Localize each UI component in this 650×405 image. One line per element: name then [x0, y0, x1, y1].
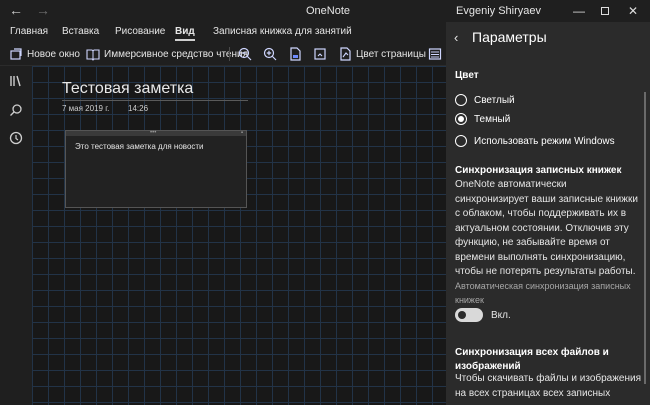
- tab-class-notebook[interactable]: Записная книжка для занятий: [213, 26, 352, 37]
- replay-icon: [313, 47, 327, 61]
- recent-icon[interactable]: [9, 131, 23, 145]
- radio-dark-label: Темный: [474, 113, 511, 125]
- rule-lines-button[interactable]: [428, 45, 442, 63]
- rule-lines-icon: [428, 47, 442, 61]
- note-container[interactable]: ••• ▪ Это тестовая заметка для новости: [65, 130, 247, 208]
- panel-title: Параметры: [472, 29, 547, 45]
- tab-insert[interactable]: Вставка: [62, 26, 99, 37]
- note-expand-icon[interactable]: ▪: [241, 130, 243, 136]
- zoom-in-icon: [263, 47, 277, 61]
- radio-dark[interactable]: Темный: [455, 112, 510, 126]
- auto-sync-toggle-state: Вкл.: [491, 310, 511, 321]
- page-color-button[interactable]: Цвет страницы: [338, 45, 426, 63]
- settings-panel: ‹ Параметры Цвет Светлый Темный Использо…: [446, 22, 650, 405]
- page-title-divider: [62, 100, 248, 101]
- immersive-reader-button[interactable]: Иммерсивное средство чтения: [86, 45, 248, 63]
- page-time: 14:26: [128, 104, 149, 113]
- radio-windows-mode[interactable]: Использовать режим Windows: [455, 134, 615, 148]
- page-width-button[interactable]: [288, 45, 302, 63]
- page-color-icon: [338, 47, 352, 61]
- tab-home[interactable]: Главная: [10, 26, 48, 37]
- tab-view[interactable]: Вид: [175, 26, 195, 41]
- close-icon[interactable]: ✕: [620, 0, 646, 22]
- sync-description: OneNote автоматически синхронизирует ваш…: [455, 179, 638, 277]
- immersive-reader-icon: [86, 47, 100, 61]
- auto-sync-toggle[interactable]: [455, 308, 483, 322]
- ribbon-tabs: Главная Вставка Рисование Вид Записная к…: [0, 22, 446, 42]
- radio-light[interactable]: Светлый: [455, 93, 515, 107]
- page-width-icon: [288, 47, 302, 61]
- ribbon-toolbar: Новое окно Иммерсивное средство чтения Ц…: [0, 42, 446, 66]
- app-title: OneNote: [306, 5, 351, 17]
- minimize-icon[interactable]: —: [566, 0, 592, 22]
- auto-sync-label: Автоматическая синхронизация записных кн…: [455, 281, 631, 305]
- files-description: Чтобы скачивать файлы и изображения на в…: [455, 373, 642, 399]
- panel-scrollbar[interactable]: [644, 92, 646, 384]
- radio-button: [455, 135, 467, 147]
- tab-draw[interactable]: Рисование: [115, 26, 165, 37]
- color-section-heading: Цвет: [455, 70, 479, 81]
- new-window-label: Новое окно: [27, 48, 80, 60]
- zoom-in-button[interactable]: [263, 45, 277, 63]
- page-color-label: Цвет страницы: [356, 48, 426, 60]
- note-drag-handle[interactable]: ••• ▪: [66, 130, 246, 136]
- back-arrow-icon[interactable]: ←: [9, 2, 23, 18]
- replay-button[interactable]: [313, 45, 327, 63]
- page-canvas[interactable]: Тестовая заметка 7 мая 2019 г. 14:26 •••…: [32, 66, 446, 405]
- navigation-rail: [0, 66, 32, 405]
- toolbar-separator: [229, 47, 230, 61]
- title-bar: ← → OneNote Evgeniy Shiryaev — ✕: [0, 0, 650, 22]
- user-name[interactable]: Evgeniy Shiryaev: [456, 5, 541, 17]
- forward-arrow-icon[interactable]: →: [36, 2, 50, 18]
- maximize-icon[interactable]: [592, 0, 618, 22]
- search-icon[interactable]: [9, 103, 23, 117]
- files-section-heading: Синхронизация всех файлов и изображений: [455, 347, 609, 372]
- zoom-out-icon: [238, 47, 252, 61]
- radio-button: [455, 94, 467, 106]
- sync-section-heading: Синхронизация записных книжек: [455, 165, 622, 176]
- back-chevron-icon[interactable]: ‹: [454, 30, 458, 45]
- radio-button-selected: [455, 113, 467, 125]
- page-date: 7 мая 2019 г.: [62, 104, 110, 113]
- radio-light-label: Светлый: [474, 94, 515, 106]
- page-title[interactable]: Тестовая заметка: [62, 80, 193, 98]
- new-window-icon: [9, 47, 23, 61]
- note-text[interactable]: Это тестовая заметка для новости: [75, 142, 204, 151]
- radio-windows-label: Использовать режим Windows: [474, 135, 615, 147]
- zoom-out-button[interactable]: [238, 45, 252, 63]
- drag-dots-icon: •••: [150, 130, 157, 136]
- new-window-button[interactable]: Новое окно: [9, 45, 80, 63]
- notebooks-icon[interactable]: [9, 74, 23, 88]
- immersive-reader-label: Иммерсивное средство чтения: [104, 48, 249, 60]
